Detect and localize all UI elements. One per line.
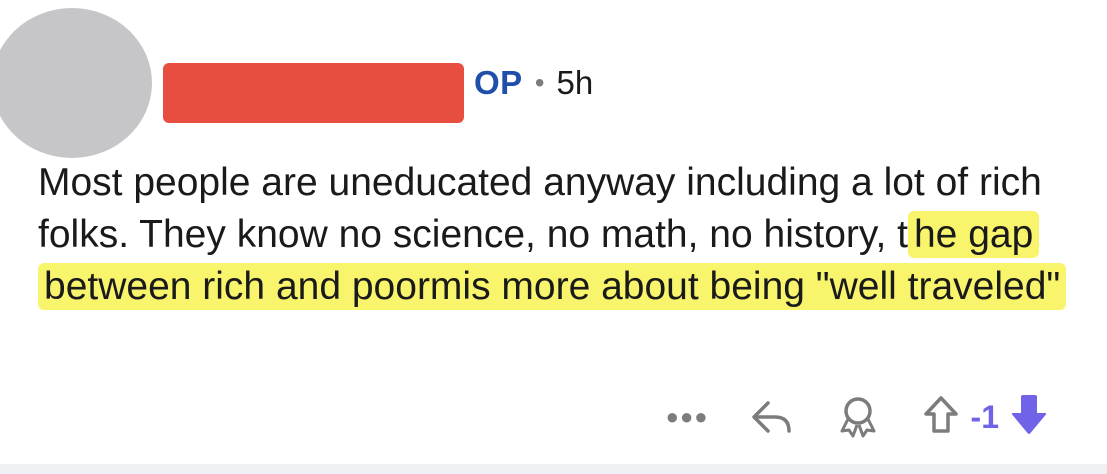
more-options-button[interactable]: ●●● [666, 404, 709, 430]
comment-meta: OP • 5h [474, 60, 593, 106]
comment-body: Most people are uneducated anyway includ… [38, 157, 1098, 313]
comment-card: OP • 5h Most people are uneducated anywa… [0, 0, 1107, 474]
comment-text: Most people are uneducated anyway includ… [38, 161, 1042, 256]
downvote-icon [1011, 394, 1047, 434]
more-dots-icon: ●●● [665, 404, 709, 429]
op-badge: OP [474, 64, 523, 101]
avatar[interactable] [0, 8, 152, 158]
award-icon [840, 397, 876, 438]
reply-icon [751, 401, 791, 433]
upvote-icon [923, 395, 958, 433]
reply-button[interactable] [749, 397, 795, 437]
bottom-divider [0, 464, 1107, 474]
redacted-username [163, 63, 464, 123]
vote-controls: -1 [921, 393, 1049, 442]
upvote-button[interactable] [921, 394, 961, 441]
meta-separator: • [534, 67, 545, 98]
timestamp: 5h [556, 64, 594, 101]
award-button[interactable] [835, 395, 881, 439]
comment-actions: ●●● -1 [666, 392, 1049, 442]
vote-score: -1 [970, 398, 999, 435]
downvote-button[interactable] [1009, 393, 1049, 442]
